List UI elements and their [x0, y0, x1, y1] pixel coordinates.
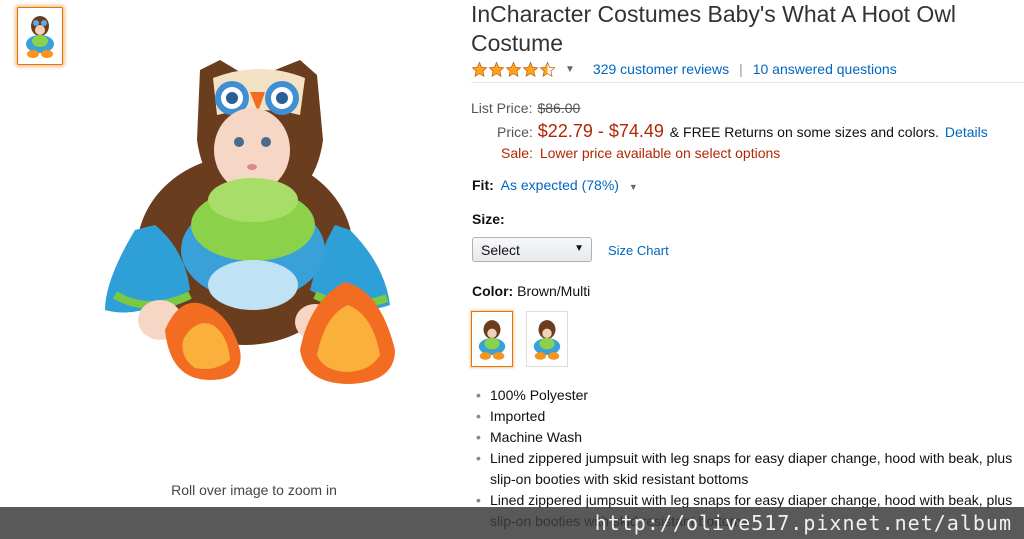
watermark-bar: http://olive517.pixnet.net/album: [0, 507, 1024, 539]
color-value: Brown/Multi: [517, 283, 591, 299]
color-label: Color:: [472, 283, 514, 299]
list-item: Machine Wash: [476, 427, 1024, 448]
product-main-image[interactable]: [95, 50, 415, 395]
star-half-icon: [539, 61, 556, 77]
customer-reviews-link[interactable]: 329 customer reviews: [593, 61, 729, 77]
star-full-icon: [488, 61, 505, 77]
star-full-icon: [471, 61, 488, 77]
dropdown-arrow-icon: ▼: [574, 243, 584, 254]
size-chart-link[interactable]: Size Chart: [608, 243, 669, 258]
answered-questions-link[interactable]: 10 answered questions: [753, 61, 897, 77]
list-price: $86.00: [537, 100, 581, 116]
star-rating-icon[interactable]: [471, 61, 556, 78]
list-item: Lined zippered jumpsuit with leg snaps f…: [476, 448, 1024, 490]
star-full-icon: [505, 61, 522, 77]
details-link[interactable]: Details: [945, 124, 988, 140]
fit-value-link[interactable]: As expected (78%): [501, 177, 619, 193]
list-price-label: List Price:: [471, 100, 533, 116]
fit-label: Fit:: [472, 177, 494, 193]
color-row: Color: Brown/Multi: [472, 283, 590, 299]
zoom-hint: Roll over image to zoom in: [171, 482, 337, 498]
sale-text: Lower price available on select options: [539, 145, 781, 161]
color-swatch-2[interactable]: [526, 311, 568, 367]
star-full-icon: [522, 61, 539, 77]
owl-thumbnail-icon: [26, 16, 54, 58]
price-value: $22.79 - $74.49: [537, 121, 664, 141]
free-returns-text: & FREE Returns on some sizes and colors.: [669, 124, 940, 140]
chevron-down-icon[interactable]: ▼: [565, 64, 575, 75]
product-title: InCharacter Costumes Baby's What A Hoot …: [471, 1, 957, 56]
rating-row: ▼ 329 customer reviews | 10 answered que…: [471, 59, 897, 79]
divider: [471, 82, 1024, 83]
price-label: Price:: [497, 124, 533, 140]
list-item: Imported: [476, 406, 1024, 427]
watermark-text: http://olive517.pixnet.net/album: [594, 511, 1012, 535]
size-select[interactable]: Select ▼: [472, 237, 592, 262]
owl-swatch-icon: [533, 320, 561, 360]
owl-swatch-icon: [478, 320, 506, 360]
owl-costume-baby-image: [105, 60, 395, 384]
list-item: 100% Polyester: [476, 385, 1024, 406]
separator: |: [739, 61, 743, 77]
fit-row: Fit: As expected (78%) ▼: [472, 177, 638, 193]
size-label: Size:: [472, 211, 505, 227]
size-select-value: Select: [481, 241, 520, 258]
chevron-down-icon[interactable]: ▼: [629, 182, 638, 192]
color-swatch-1[interactable]: [471, 311, 513, 367]
sale-label: Sale:: [501, 145, 533, 161]
thumbnail-image[interactable]: [17, 7, 63, 65]
